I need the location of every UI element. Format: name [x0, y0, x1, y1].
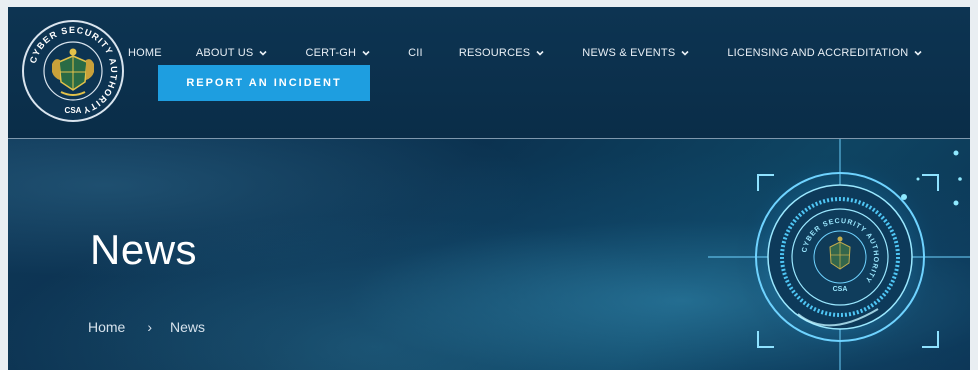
- nav-home[interactable]: HOME: [128, 47, 162, 59]
- site-header: CYBER SECURITY AUTHORITY CSA HOME ABOUT …: [8, 7, 970, 139]
- page-hero: News Home › News CYBER SECURITY AUTHORIT…: [8, 139, 970, 370]
- nav-resources-label: RESOURCES: [458, 47, 531, 59]
- nav-resources[interactable]: RESOURCES: [459, 47, 544, 59]
- chevron-down-icon: [536, 50, 544, 56]
- nav-home-label: HOME: [128, 47, 162, 59]
- nav-licensing-label: LICENSING AND ACCREDITATION: [727, 47, 909, 59]
- main-nav: HOME ABOUT US CERT-GH CII RESOURCES NEWS…: [128, 47, 922, 59]
- emblem-abbr: CSA: [833, 286, 848, 293]
- nav-licensing[interactable]: LICENSING AND ACCREDITATION: [727, 47, 922, 59]
- breadcrumb-home-link[interactable]: Home: [88, 319, 125, 335]
- breadcrumb-separator: ›: [147, 319, 153, 335]
- nav-cii[interactable]: CII: [408, 47, 423, 59]
- chevron-down-icon: [681, 50, 689, 56]
- cyber-emblem-graphic: CYBER SECURITY AUTHORITY CSA: [708, 139, 970, 370]
- nav-news-events-label: NEWS & EVENTS: [582, 47, 676, 59]
- nav-about-us[interactable]: ABOUT US: [196, 47, 268, 59]
- chevron-down-icon: [362, 50, 370, 56]
- nav-cert-gh[interactable]: CERT-GH: [305, 47, 370, 59]
- page-frame: CYBER SECURITY AUTHORITY CSA HOME ABOUT …: [8, 7, 970, 370]
- page-title: News: [90, 226, 198, 273]
- nav-cert-gh-label: CERT-GH: [305, 47, 357, 59]
- chevron-down-icon: [259, 50, 268, 56]
- nav-cii-label: CII: [408, 47, 423, 59]
- breadcrumb: Home › News: [88, 319, 205, 335]
- report-incident-button[interactable]: REPORT AN INCIDENT: [158, 65, 370, 101]
- nav-about-us-label: ABOUT US: [195, 47, 254, 59]
- logo-abbr: CSA: [65, 106, 82, 115]
- csa-logo[interactable]: CYBER SECURITY AUTHORITY CSA: [19, 12, 127, 130]
- chevron-down-icon: [914, 50, 922, 56]
- breadcrumb-current: News: [170, 319, 206, 335]
- nav-news-events[interactable]: NEWS & EVENTS: [582, 47, 689, 59]
